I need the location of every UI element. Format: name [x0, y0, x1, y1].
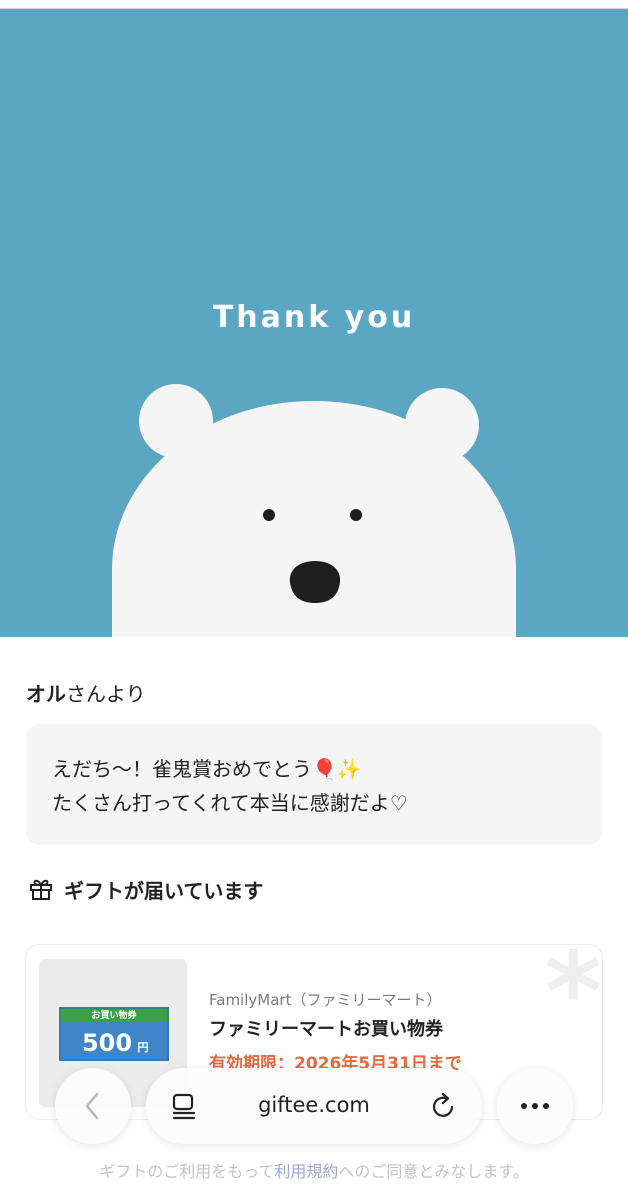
sender-line: オルさんより — [26, 678, 146, 707]
sender-name: オル — [26, 682, 66, 706]
back-button[interactable] — [55, 1068, 131, 1144]
gift-section-heading: ギフトが届いています — [28, 872, 263, 906]
status-divider — [0, 0, 628, 9]
gift-section-title: ギフトが届いています — [64, 878, 264, 903]
voucher-unit: 円 — [138, 1041, 149, 1054]
voucher-label: お買い物券 — [91, 1009, 137, 1021]
chevron-left-icon — [85, 1092, 99, 1120]
address-bar[interactable]: giftee.com — [146, 1068, 482, 1144]
message-line-1: えだち〜！雀鬼賞おめでとう🎈✨ — [52, 757, 362, 781]
more-button[interactable] — [497, 1068, 573, 1144]
terms-link[interactable]: 利用規約 — [274, 1162, 338, 1181]
polar-bear-illustration — [112, 384, 516, 637]
browser-toolbar: giftee.com — [0, 1060, 628, 1160]
terms-suffix: へのご同意とみなします。 — [338, 1162, 529, 1181]
message-line-2: たくさん打ってくれて本当に感謝だよ♡ — [52, 791, 408, 815]
reload-icon[interactable] — [430, 1092, 458, 1120]
voucher-amount: 500 — [82, 1029, 132, 1057]
terms-prefix: ギフトのご利用をもって — [99, 1162, 275, 1181]
message-box: えだち〜！雀鬼賞おめでとう🎈✨ たくさん打ってくれて本当に感謝だよ♡ — [26, 724, 602, 845]
gift-brand: FamilyMart（ファミリーマート） — [209, 991, 442, 1009]
asterisk-watermark: * — [544, 944, 602, 1056]
sender-suffix: さんより — [66, 682, 146, 706]
gift-product-name: ファミリーマートお買い物券 — [209, 1019, 443, 1040]
card-headline: Thank you — [213, 300, 415, 335]
voucher-image: お買い物券 500 円 — [59, 1007, 169, 1061]
terms-note: ギフトのご利用をもって利用規約へのご同意とみなします。 — [0, 1158, 628, 1182]
gift-icon — [30, 879, 52, 900]
thank-you-card-image: Thank you — [0, 9, 628, 637]
more-icon — [521, 1103, 549, 1109]
